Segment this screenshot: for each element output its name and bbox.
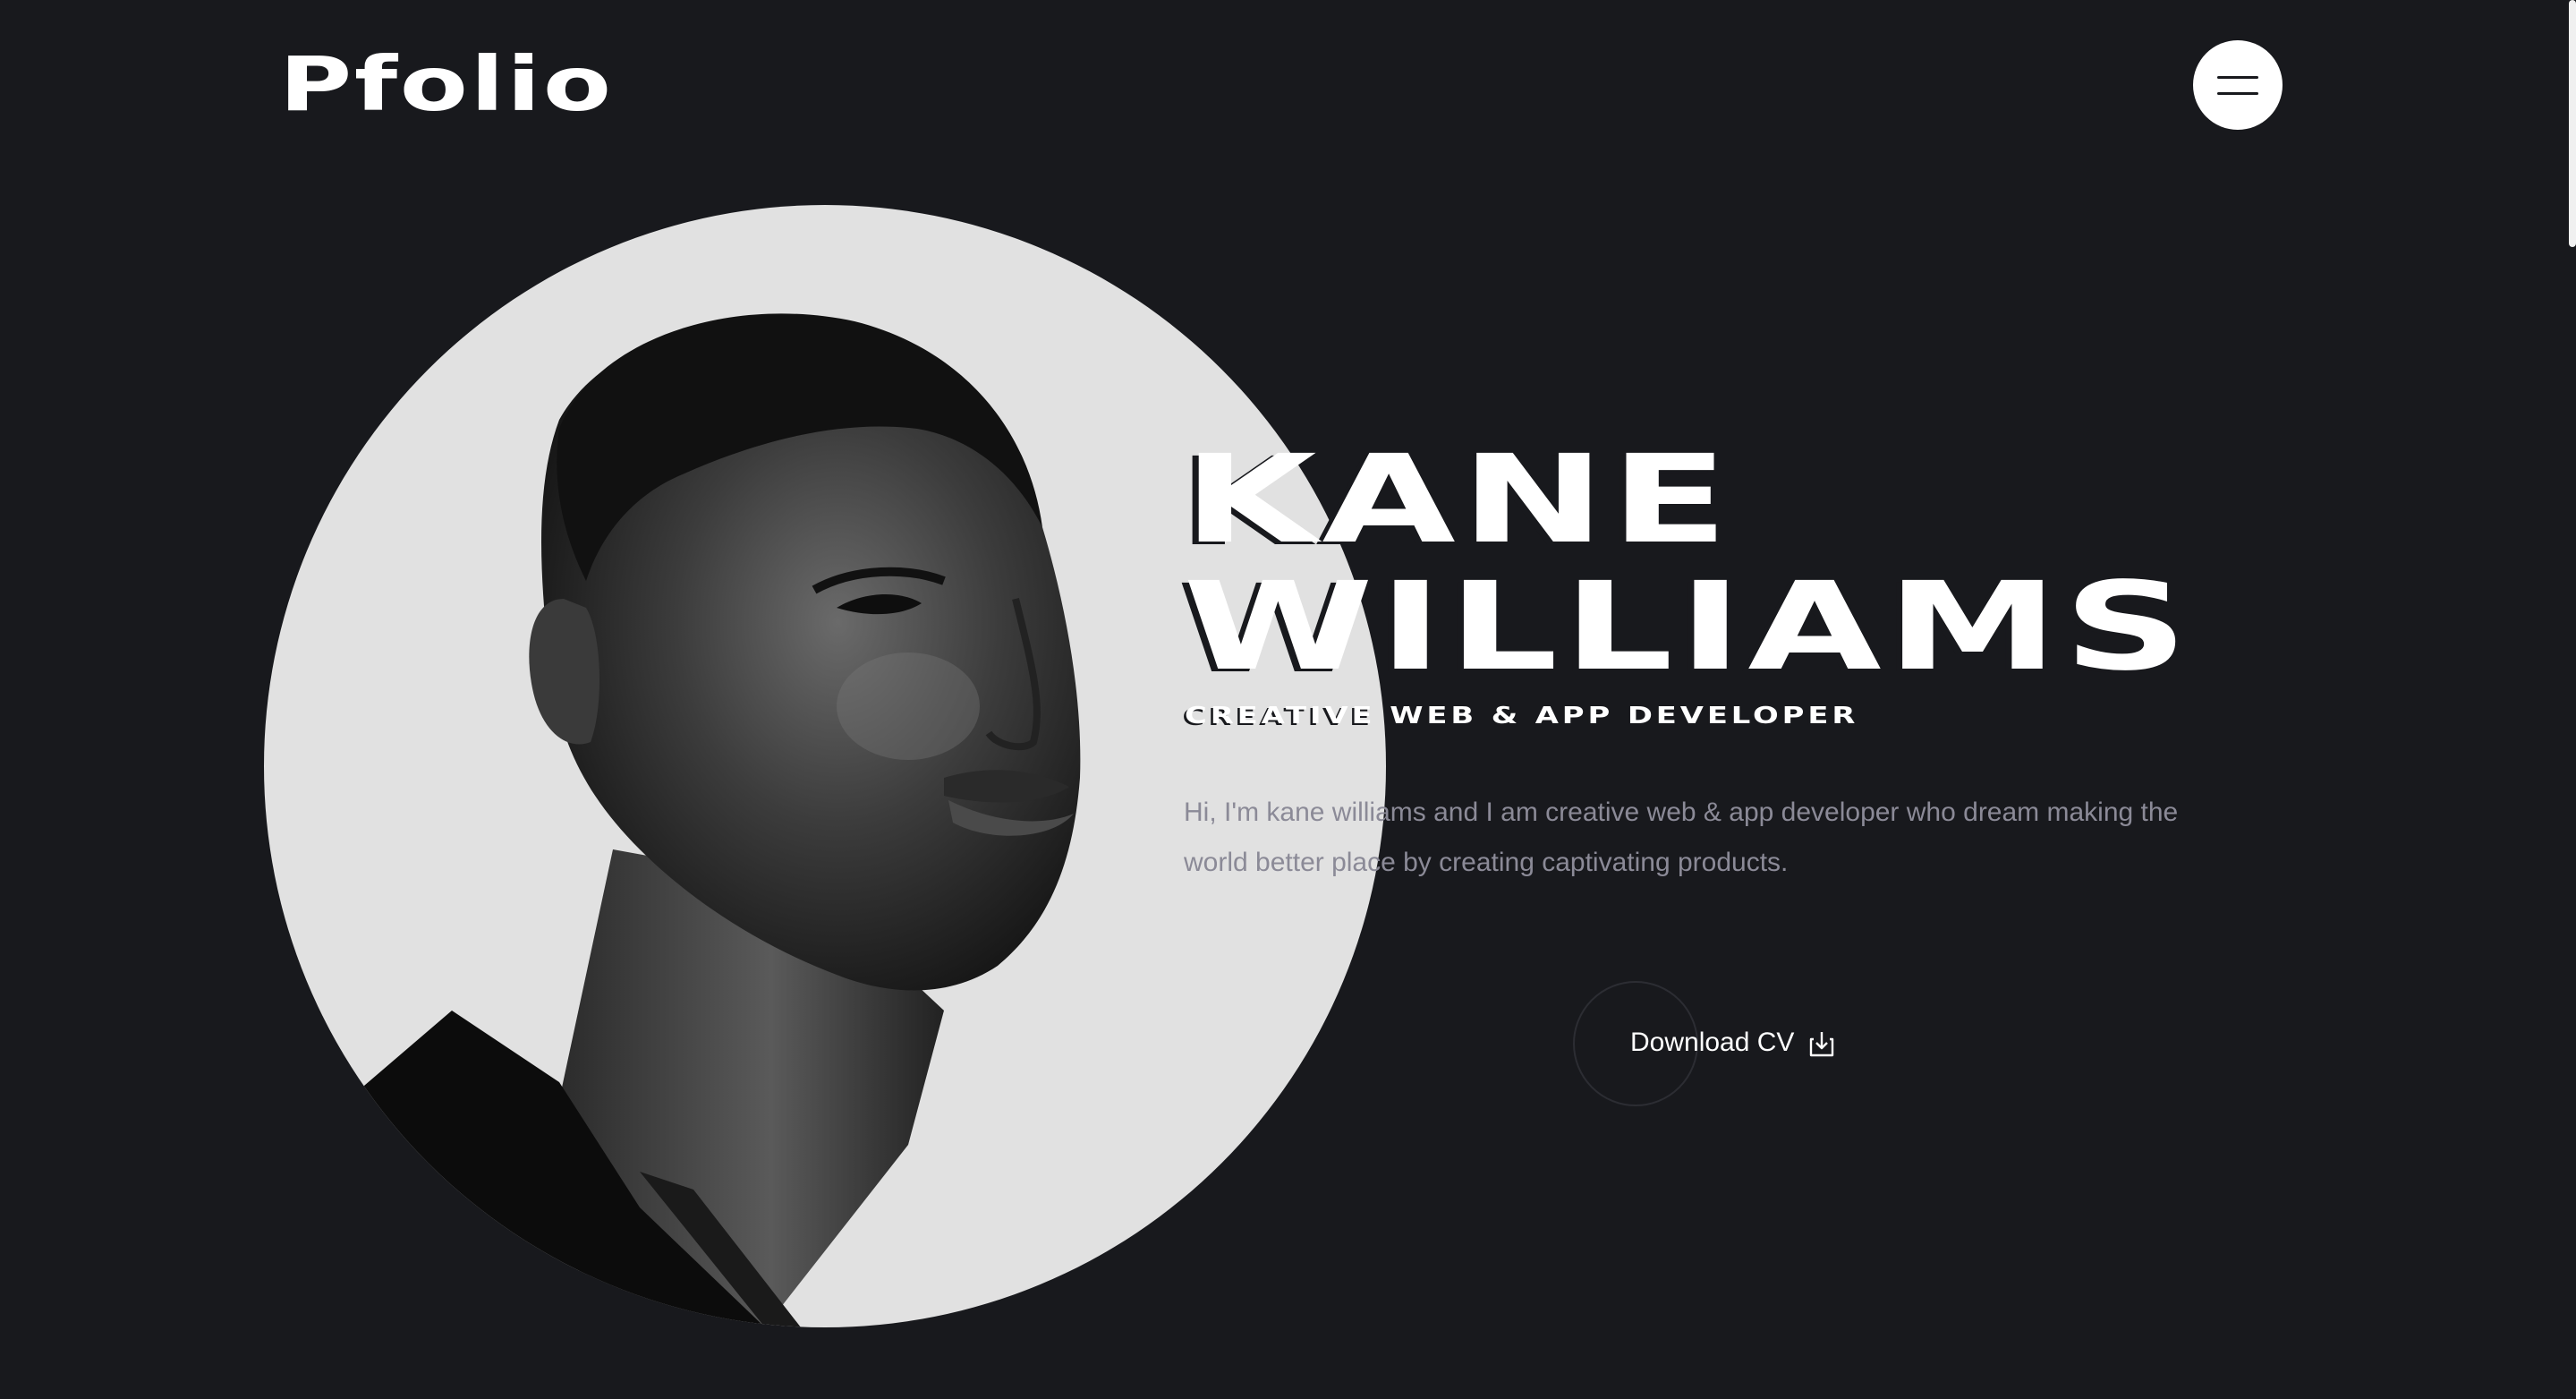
- site-logo[interactable]: Pfolio: [279, 47, 614, 122]
- hero-portrait-circle: [264, 205, 1386, 1327]
- hero-role: CREATIVE WEB & APP DEVELOPER: [1185, 703, 1859, 729]
- hamburger-menu-icon-line: [2217, 92, 2258, 95]
- hero-name: KANE WILLIAMS: [1183, 437, 2193, 691]
- download-icon[interactable]: [1809, 1030, 1834, 1057]
- portrait-image: [264, 313, 1081, 1327]
- hero-name-line2: WILLIAMS: [1183, 557, 2194, 698]
- menu-button[interactable]: [2193, 40, 2283, 130]
- download-cv-label[interactable]: Download CV: [1630, 1028, 1794, 1058]
- hamburger-menu-icon-line: [2217, 76, 2258, 79]
- scrollbar-thumb[interactable]: [2569, 0, 2576, 247]
- hero-intro: Hi, I'm kane williams and I am creative …: [1184, 798, 2179, 877]
- hero-name-line1: KANE: [1183, 430, 1734, 571]
